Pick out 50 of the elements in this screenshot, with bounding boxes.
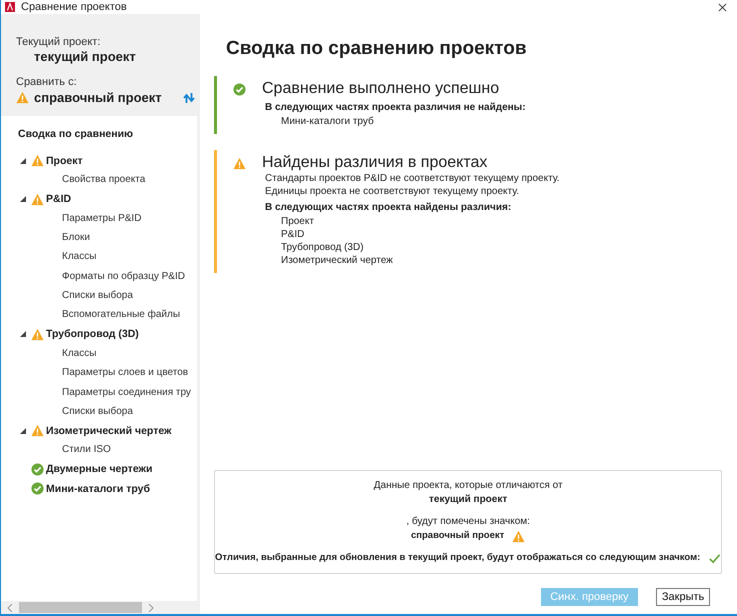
tree-item[interactable]: Форматы по образцу P&ID bbox=[1, 266, 185, 286]
list-item: Мини-каталоги труб bbox=[281, 115, 375, 128]
tree-item[interactable]: Списки выбора bbox=[1, 402, 133, 422]
section-note: Единицы проекта не соответствуют текущему проекту. bbox=[265, 185, 520, 198]
tree-item[interactable]: Блоки bbox=[1, 228, 90, 248]
tree-item[interactable]: Параметры P&ID bbox=[1, 208, 142, 228]
tree-item[interactable]: Списки выбора bbox=[1, 286, 133, 306]
page-heading: Сводка по сравнению проектов bbox=[226, 38, 528, 60]
legend-text: , будут помечены значком: bbox=[406, 515, 530, 529]
collapse-arrow-icon[interactable] bbox=[20, 196, 26, 202]
current-project-label: Текущий проект: bbox=[16, 36, 102, 48]
tree-item[interactable]: Параметры слоев и цветов bbox=[1, 363, 188, 383]
section-heading: Найдены различия в проектах bbox=[262, 154, 488, 172]
list-item: Трубопровод (3D) bbox=[281, 241, 365, 254]
tree-item[interactable]: Свойства проекта bbox=[1, 170, 146, 190]
tree-title: Сводка по сравнению bbox=[18, 128, 134, 140]
list-item: P&ID bbox=[281, 228, 306, 241]
tree-item[interactable]: Вспомогательные файлы bbox=[1, 305, 180, 325]
legend-project-name: справочный проект bbox=[410, 529, 504, 543]
tree-item[interactable]: Изометрический чертеж bbox=[46, 424, 172, 437]
list-item: Изометрический чертеж bbox=[281, 254, 394, 267]
tree-item[interactable]: Классы bbox=[1, 247, 96, 267]
warning-icon bbox=[512, 530, 526, 542]
section-heading: Сравнение выполнено успешно bbox=[262, 80, 500, 98]
tree-item[interactable]: Стили ISO bbox=[1, 440, 111, 460]
current-project-name: текущий проект bbox=[34, 49, 137, 64]
tree-item[interactable]: Параметры соединения тру bbox=[1, 382, 191, 402]
collapse-arrow-icon[interactable] bbox=[20, 331, 26, 338]
tree-item[interactable]: Двумерные чертежи bbox=[46, 463, 152, 476]
list-item: Проект bbox=[281, 215, 315, 228]
list-title: В следующих частях проекта найдены различия: bbox=[265, 202, 512, 213]
dialog-button[interactable]: Закрыть bbox=[656, 588, 710, 606]
tree-item[interactable]: P&ID bbox=[46, 193, 72, 206]
swap-arrows-icon[interactable] bbox=[182, 92, 195, 104]
window-title: Сравнение проектов bbox=[21, 1, 128, 13]
tree-item[interactable]: Проект bbox=[46, 154, 83, 167]
list-title: В следующих частях проекта различия не найдены: bbox=[265, 102, 527, 113]
legend-text: Отличия, выбранные для обновления в текущий проект, будут отображаться со следующим значком: bbox=[215, 551, 700, 565]
reference-project-name: справочный проект bbox=[34, 90, 162, 105]
close-icon[interactable] bbox=[718, 2, 727, 12]
collapse-arrow-icon[interactable] bbox=[20, 158, 26, 164]
tree-item[interactable]: Трубопровод (3D) bbox=[46, 328, 139, 340]
legend-project-name: текущий проект bbox=[429, 493, 508, 507]
compare-label: Сравнить с: bbox=[16, 76, 78, 88]
checkmark-icon bbox=[708, 552, 722, 564]
tree-item[interactable]: Мини-каталоги труб bbox=[46, 482, 150, 495]
section-note: Стандарты проектов P&ID не соответствуют текущему проекту. bbox=[265, 172, 561, 185]
collapse-arrow-icon[interactable] bbox=[20, 428, 26, 434]
legend-text: Данные проекта, которые отличаются от bbox=[374, 479, 563, 493]
tree-item[interactable]: Классы bbox=[1, 344, 96, 364]
